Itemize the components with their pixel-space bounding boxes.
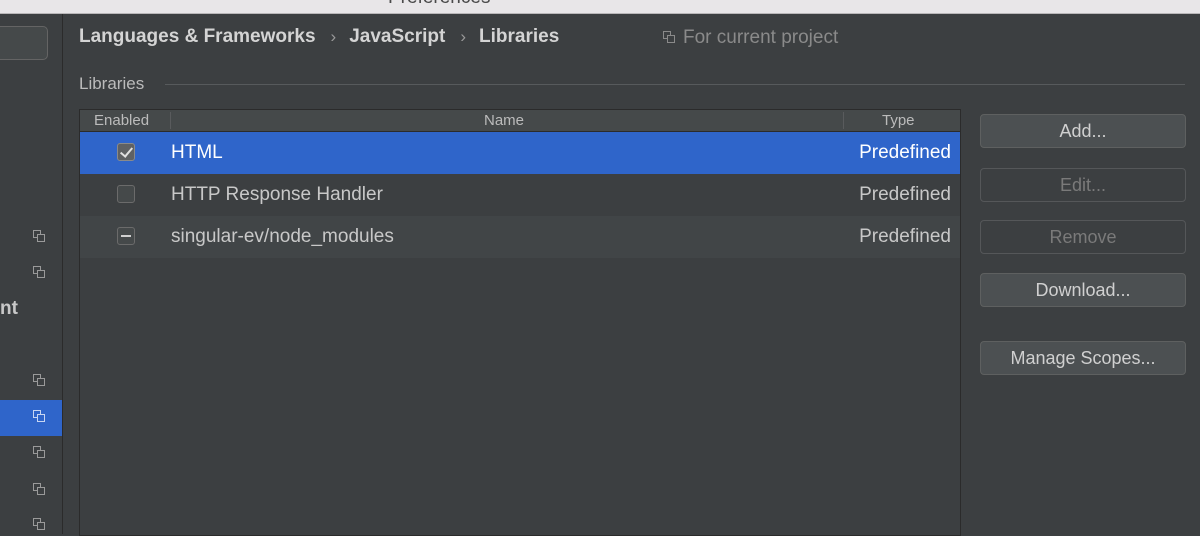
column-divider [170,112,171,129]
sidebar-item-label[interactable]: nt [0,298,18,320]
library-name: HTTP Response Handler [171,184,383,205]
download-button[interactable]: Download... [980,273,1186,307]
table-row[interactable]: HTML Predefined [80,132,960,174]
column-divider [843,112,844,129]
libraries-table: Enabled Name Type HTML Predefined HTTP R… [79,109,961,536]
table-row[interactable]: HTTP Response Handler Predefined [80,174,960,216]
window-title: Preferences [388,0,490,9]
remove-button[interactable]: Remove [980,220,1186,254]
enabled-checkbox[interactable] [117,185,135,203]
project-scope-icon [31,517,47,533]
project-scope-icon [31,373,47,389]
edit-button[interactable]: Edit... [980,168,1186,202]
chevron-right-icon: › [460,27,466,46]
enabled-checkbox[interactable] [117,227,135,245]
library-name: HTML [171,142,223,163]
column-header-name[interactable]: Name [484,112,524,129]
sidebar-search-input[interactable] [0,26,48,60]
sidebar-item-selected[interactable] [0,400,62,436]
column-header-enabled[interactable]: Enabled [94,112,149,129]
window-titlebar: Preferences [0,0,1200,14]
scope-label: For current project [683,27,839,48]
manage-scopes-button[interactable]: Manage Scopes... [980,341,1186,375]
breadcrumb-item: Libraries [479,26,560,47]
project-scope-icon [31,265,47,281]
chevron-right-icon: › [330,27,337,46]
table-row[interactable]: singular-ev/node_modules Predefined [80,216,960,258]
project-scope-icon [663,30,675,43]
breadcrumb-item[interactable]: Languages & Frameworks [79,26,316,48]
section-title: Libraries [79,74,145,93]
library-type: Predefined [859,142,951,163]
settings-sidebar: nt [0,14,63,534]
scope-indicator: For current project [663,27,838,49]
column-header-type[interactable]: Type [882,112,915,129]
library-type: Predefined [859,226,951,247]
project-scope-icon [31,445,47,461]
breadcrumb: Languages & Frameworks › JavaScript › Librar… [79,26,559,52]
enabled-checkbox[interactable] [117,143,135,161]
project-scope-icon [31,229,47,245]
project-scope-icon [31,409,47,425]
add-button[interactable]: Add... [980,114,1186,148]
library-type: Predefined [859,184,951,205]
library-name: singular-ev/node_modules [171,226,394,247]
table-header: Enabled Name Type [80,110,960,132]
section-divider [165,84,1185,85]
project-scope-icon [31,482,47,498]
breadcrumb-item[interactable]: JavaScript [349,26,445,48]
